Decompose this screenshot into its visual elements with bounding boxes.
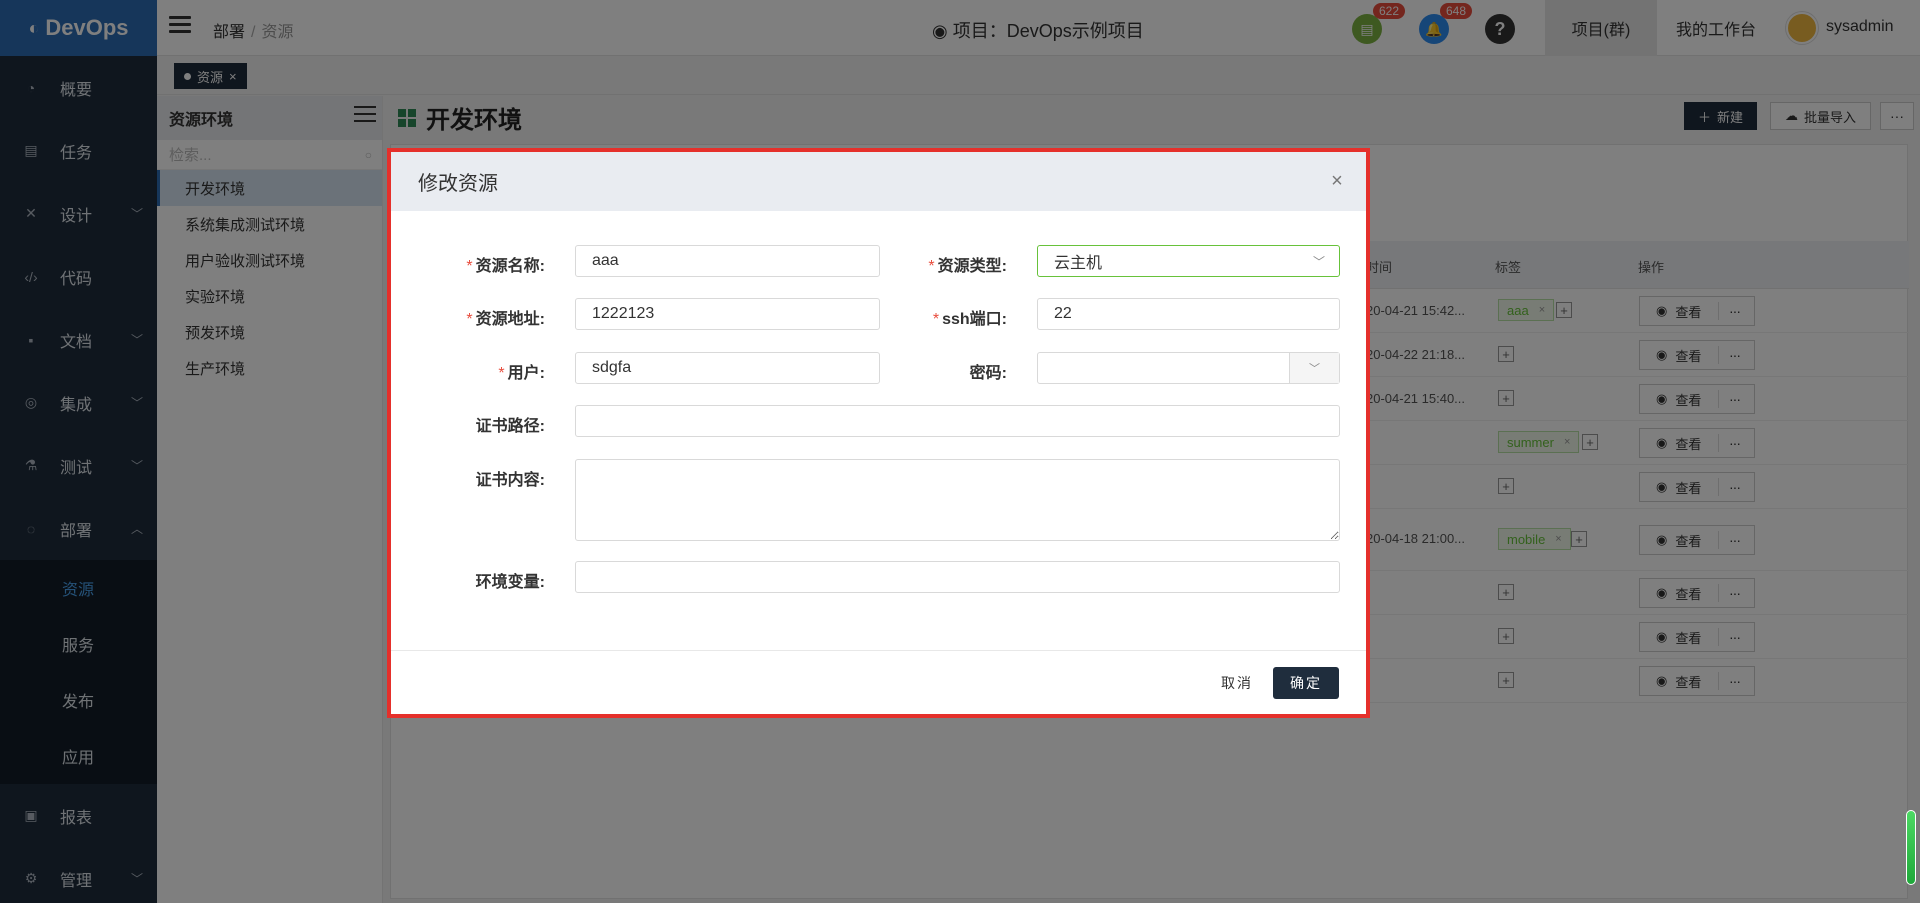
dialog-footer: 取消 确定: [391, 650, 1366, 714]
user-label: * 用户:: [498, 365, 545, 382]
cert-content-textarea[interactable]: [575, 459, 1340, 541]
dialog-title: 修改资源: [418, 173, 498, 195]
cert-path-label: 证书路径:: [475, 418, 545, 435]
scrollbar[interactable]: [1906, 810, 1916, 885]
resource-name-label: * 资源名称:: [466, 258, 545, 275]
chevron-down-icon: ﹀: [1312, 254, 1325, 269]
password-input[interactable]: ﹀: [1037, 352, 1340, 384]
resource-type-select[interactable]: 云主机 ﹀: [1037, 245, 1340, 277]
env-vars-input[interactable]: [575, 561, 1340, 593]
cert-path-input[interactable]: [575, 405, 1340, 437]
resource-address-label: * 资源地址:: [466, 311, 545, 328]
env-vars-label: 环境变量:: [475, 574, 545, 591]
resource-type-label: * 资源类型:: [928, 258, 1007, 275]
ssh-port-input[interactable]: 22: [1037, 298, 1340, 330]
ssh-port-label: * ssh端口:: [932, 311, 1007, 328]
cancel-button[interactable]: 取消: [1221, 667, 1253, 699]
password-label: 密码:: [969, 365, 1007, 382]
resource-address-input[interactable]: 1222123: [575, 298, 880, 330]
edit-resource-dialog: 修改资源 × * 资源名称: aaa * 资源类型: 云主机 ﹀ * 资源地址: 122…: [387, 148, 1370, 718]
dialog-header: 修改资源 ×: [391, 152, 1366, 211]
resource-type-value: 云主机: [1054, 255, 1103, 272]
close-icon[interactable]: ×: [1326, 170, 1348, 192]
cert-content-label: 证书内容:: [475, 472, 545, 489]
password-toggle-icon[interactable]: ﹀: [1289, 353, 1339, 383]
user-input[interactable]: sdgfa: [575, 352, 880, 384]
resource-name-input[interactable]: aaa: [575, 245, 880, 277]
confirm-button[interactable]: 确定: [1273, 667, 1339, 699]
